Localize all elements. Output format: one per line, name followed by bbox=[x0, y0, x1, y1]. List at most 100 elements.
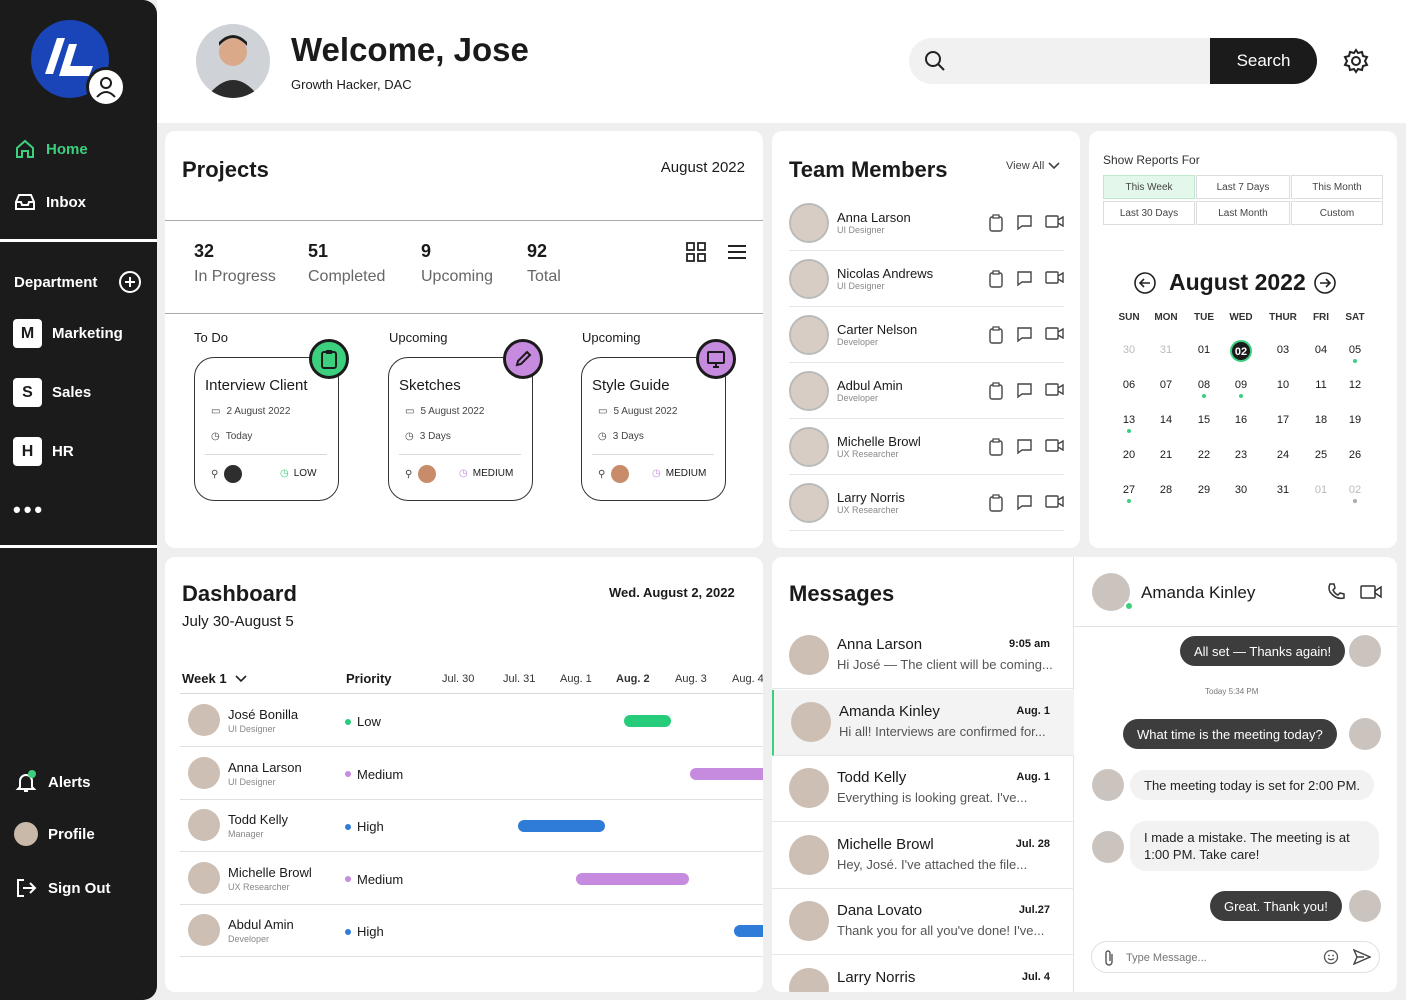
clipboard-icon[interactable] bbox=[988, 493, 1004, 512]
chat-icon[interactable] bbox=[1016, 494, 1033, 512]
message-item[interactable]: Amanda Kinley Aug. 1 Hi all! Interviews ar… bbox=[772, 689, 1074, 756]
calendar-day[interactable]: 13 bbox=[1111, 414, 1147, 433]
dashboard-row[interactable]: Todd Kelly Manager High bbox=[180, 800, 763, 853]
calendar-day[interactable]: 27 bbox=[1111, 484, 1147, 503]
message-input[interactable] bbox=[1126, 948, 1306, 968]
gear-icon[interactable] bbox=[1343, 48, 1369, 74]
nav-inbox[interactable]: Inbox bbox=[14, 191, 86, 213]
message-item[interactable]: Anna Larson 9:05 am Hi José — The client w… bbox=[772, 623, 1074, 689]
clipboard-icon[interactable] bbox=[988, 269, 1004, 288]
report-tab[interactable]: Last 7 Days bbox=[1196, 175, 1290, 199]
calendar-day[interactable]: 10 bbox=[1265, 379, 1301, 391]
calendar-day[interactable]: 12 bbox=[1337, 379, 1373, 391]
clipboard-icon[interactable] bbox=[988, 437, 1004, 456]
team-member-row[interactable]: Carter Nelson Developer bbox=[789, 307, 1064, 363]
calendar-day[interactable]: 07 bbox=[1148, 379, 1184, 391]
gantt-bar[interactable] bbox=[624, 715, 671, 727]
next-month-icon[interactable] bbox=[1313, 271, 1337, 295]
paperclip-icon[interactable] bbox=[1102, 949, 1116, 967]
nav-profile[interactable]: Profile bbox=[14, 822, 95, 846]
calendar-day[interactable]: 08 bbox=[1186, 379, 1222, 398]
calendar-day[interactable]: 20 bbox=[1111, 449, 1147, 461]
calendar-day[interactable]: 06 bbox=[1111, 379, 1147, 391]
calendar-day[interactable]: 21 bbox=[1148, 449, 1184, 461]
gantt-bar[interactable] bbox=[734, 925, 763, 938]
chat-icon[interactable] bbox=[1016, 438, 1033, 456]
message-item[interactable]: Michelle Browl Jul. 28 Hey, José. I've att… bbox=[772, 823, 1074, 889]
video-icon[interactable] bbox=[1045, 438, 1064, 456]
video-icon[interactable] bbox=[1045, 382, 1064, 400]
task-card[interactable]: Sketches ▭ 5 August 2022 ◷ 3 Days ⚲ ◷ MEDIU… bbox=[388, 357, 533, 501]
clipboard-icon[interactable] bbox=[988, 381, 1004, 400]
message-item[interactable]: Todd Kelly Aug. 1 Everything is looking gr… bbox=[772, 756, 1074, 822]
report-tab[interactable]: This Month bbox=[1291, 175, 1383, 199]
grid-view-icon[interactable] bbox=[685, 241, 707, 263]
chat-icon[interactable] bbox=[1016, 214, 1033, 232]
team-member-row[interactable]: Nicolas Andrews UI Designer bbox=[789, 251, 1064, 307]
calendar-day[interactable]: 05 bbox=[1337, 344, 1373, 363]
dashboard-row[interactable]: Abdul Amin Developer High bbox=[180, 905, 763, 958]
calendar-day[interactable]: 16 bbox=[1223, 414, 1259, 426]
video-icon[interactable] bbox=[1045, 326, 1064, 344]
calendar-day[interactable]: 19 bbox=[1337, 414, 1373, 426]
calendar-day[interactable]: 31 bbox=[1265, 484, 1301, 496]
nav-home[interactable]: Home bbox=[14, 138, 88, 160]
team-member-row[interactable]: Larry Norris UX Researcher bbox=[789, 475, 1064, 531]
chat-icon[interactable] bbox=[1016, 270, 1033, 288]
gantt-bar[interactable] bbox=[518, 820, 605, 833]
search-button[interactable]: Search bbox=[1210, 38, 1317, 84]
more-departments-button[interactable]: ••• bbox=[13, 497, 45, 523]
calendar-day[interactable]: 11 bbox=[1303, 379, 1339, 391]
dashboard-row[interactable]: Michelle Browl UX Researcher Medium bbox=[180, 853, 763, 905]
add-department-icon[interactable] bbox=[118, 270, 142, 294]
calendar-day[interactable]: 24 bbox=[1265, 449, 1301, 461]
calendar-day[interactable]: 18 bbox=[1303, 414, 1339, 426]
dashboard-row[interactable]: José Bonilla UI Designer Low bbox=[180, 695, 763, 747]
search-input[interactable] bbox=[957, 46, 1197, 76]
video-icon[interactable] bbox=[1045, 214, 1064, 232]
dept-hr[interactable]: H HR bbox=[13, 437, 74, 466]
calendar-day[interactable]: 31 bbox=[1148, 344, 1184, 356]
calendar-day[interactable]: 30 bbox=[1223, 484, 1259, 496]
week-selector[interactable]: Week 1 bbox=[182, 671, 247, 686]
team-member-row[interactable]: Adbul Amin Developer bbox=[789, 363, 1064, 419]
calendar-day[interactable]: 17 bbox=[1265, 414, 1301, 426]
calendar-day[interactable]: 26 bbox=[1337, 449, 1373, 461]
nav-alerts[interactable]: Alerts bbox=[14, 770, 91, 794]
user-icon[interactable] bbox=[86, 67, 126, 107]
task-card[interactable]: Style Guide ▭ 5 August 2022 ◷ 3 Days ⚲ ◷ ME… bbox=[581, 357, 726, 501]
calendar-day[interactable]: 02 bbox=[1337, 484, 1373, 503]
clipboard-icon[interactable] bbox=[988, 213, 1004, 232]
calendar-day[interactable]: 03 bbox=[1265, 344, 1301, 356]
calendar-day[interactable]: 25 bbox=[1303, 449, 1339, 461]
report-tab[interactable]: Custom bbox=[1291, 201, 1383, 225]
send-icon[interactable] bbox=[1353, 949, 1371, 965]
calendar-day[interactable]: 01 bbox=[1186, 344, 1222, 356]
prev-month-icon[interactable] bbox=[1133, 271, 1157, 295]
calendar-day[interactable]: 22 bbox=[1186, 449, 1222, 461]
nav-signout[interactable]: Sign Out bbox=[14, 876, 111, 900]
message-item[interactable]: Dana Lovato Jul.27 Thank you for all you'v… bbox=[772, 889, 1074, 955]
calendar-day[interactable]: 23 bbox=[1223, 449, 1259, 461]
team-member-row[interactable]: Michelle Browl UX Researcher bbox=[789, 419, 1064, 475]
video-icon[interactable] bbox=[1360, 583, 1382, 601]
dept-marketing[interactable]: M Marketing bbox=[13, 319, 123, 348]
report-tab[interactable]: This Week bbox=[1103, 175, 1195, 199]
calendar-day[interactable]: 01 bbox=[1303, 484, 1339, 496]
clipboard-icon[interactable] bbox=[988, 325, 1004, 344]
calendar-day[interactable]: 09 bbox=[1223, 379, 1259, 398]
view-all-button[interactable]: View All bbox=[1006, 160, 1060, 172]
report-tab[interactable]: Last Month bbox=[1196, 201, 1290, 225]
chat-icon[interactable] bbox=[1016, 326, 1033, 344]
calendar-day[interactable]: 02 bbox=[1223, 340, 1259, 362]
report-tab[interactable]: Last 30 Days bbox=[1103, 201, 1195, 225]
gantt-bar[interactable] bbox=[690, 767, 763, 780]
list-view-icon[interactable] bbox=[726, 241, 748, 263]
video-icon[interactable] bbox=[1045, 494, 1064, 512]
dept-sales[interactable]: S Sales bbox=[13, 378, 91, 407]
team-member-row[interactable]: Anna Larson UI Designer bbox=[789, 195, 1064, 251]
calendar-day[interactable]: 14 bbox=[1148, 414, 1184, 426]
calendar-day[interactable]: 29 bbox=[1186, 484, 1222, 496]
chat-icon[interactable] bbox=[1016, 382, 1033, 400]
message-item[interactable]: Larry Norris Jul. 4 bbox=[772, 956, 1074, 992]
